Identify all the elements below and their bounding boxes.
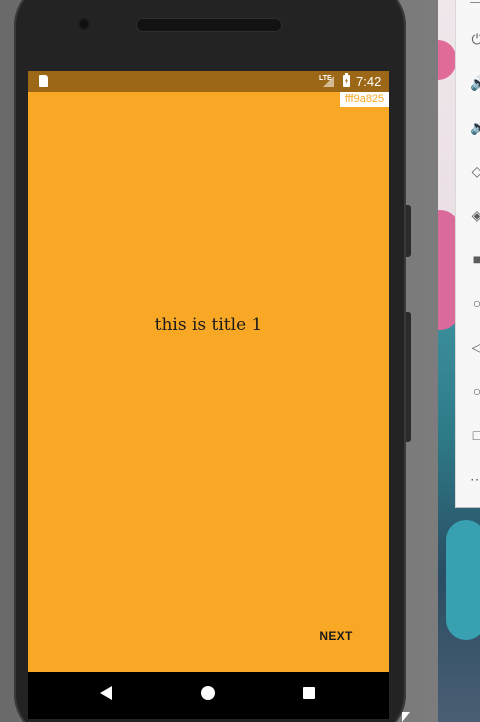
- signal-icon: [323, 76, 334, 87]
- device-screen: LTE 7:42 fff9a825 this is title 1 NEXT: [28, 71, 389, 719]
- home-icon[interactable]: ○: [470, 384, 480, 398]
- wallpaper-shape: [446, 520, 480, 640]
- app-content: fff9a825 this is title 1 NEXT: [28, 92, 389, 672]
- overview-icon[interactable]: □: [470, 428, 480, 442]
- recents-icon[interactable]: [303, 687, 315, 699]
- rotate-left-icon[interactable]: ◇: [470, 164, 480, 178]
- camera-icon[interactable]: ■: [470, 252, 480, 266]
- emulator-toolbar: ⏻ 🔊 🔉 ◇ ◈ ■ ○ ◁ ○ □ ⋯: [455, 0, 480, 508]
- home-icon[interactable]: [201, 686, 215, 700]
- wallpaper-shape: [438, 40, 456, 80]
- rotate-right-icon[interactable]: ◈: [470, 208, 480, 222]
- desktop-background: ⏻ 🔊 🔉 ◇ ◈ ■ ○ ◁ ○ □ ⋯ LTE 7:42 fff9a825 …: [0, 0, 480, 722]
- earpiece-speaker: [136, 18, 282, 32]
- volume-rocker[interactable]: [406, 312, 411, 442]
- battery-charging-icon: [343, 73, 350, 87]
- volume-down-icon[interactable]: 🔉: [470, 120, 480, 134]
- power-icon[interactable]: ⏻: [470, 32, 480, 46]
- power-button[interactable]: [406, 205, 411, 257]
- more-icon[interactable]: ⋯: [470, 472, 480, 486]
- volume-up-icon[interactable]: 🔊: [470, 76, 480, 90]
- status-bar: LTE 7:42: [28, 71, 389, 92]
- mouse-pointer-icon: [402, 712, 410, 722]
- back-icon[interactable]: ◁: [470, 340, 480, 354]
- navigation-bar: [28, 672, 389, 719]
- minimize-icon[interactable]: [470, 2, 480, 3]
- page-title: this is title 1: [154, 315, 263, 335]
- status-clock: 7:42: [356, 74, 382, 89]
- sd-card-icon: [39, 75, 48, 87]
- zoom-icon[interactable]: ○: [470, 296, 480, 310]
- color-code-label: fff9a825: [340, 92, 389, 107]
- next-button[interactable]: NEXT: [310, 623, 362, 649]
- back-icon[interactable]: [100, 686, 112, 700]
- front-camera: [80, 20, 88, 28]
